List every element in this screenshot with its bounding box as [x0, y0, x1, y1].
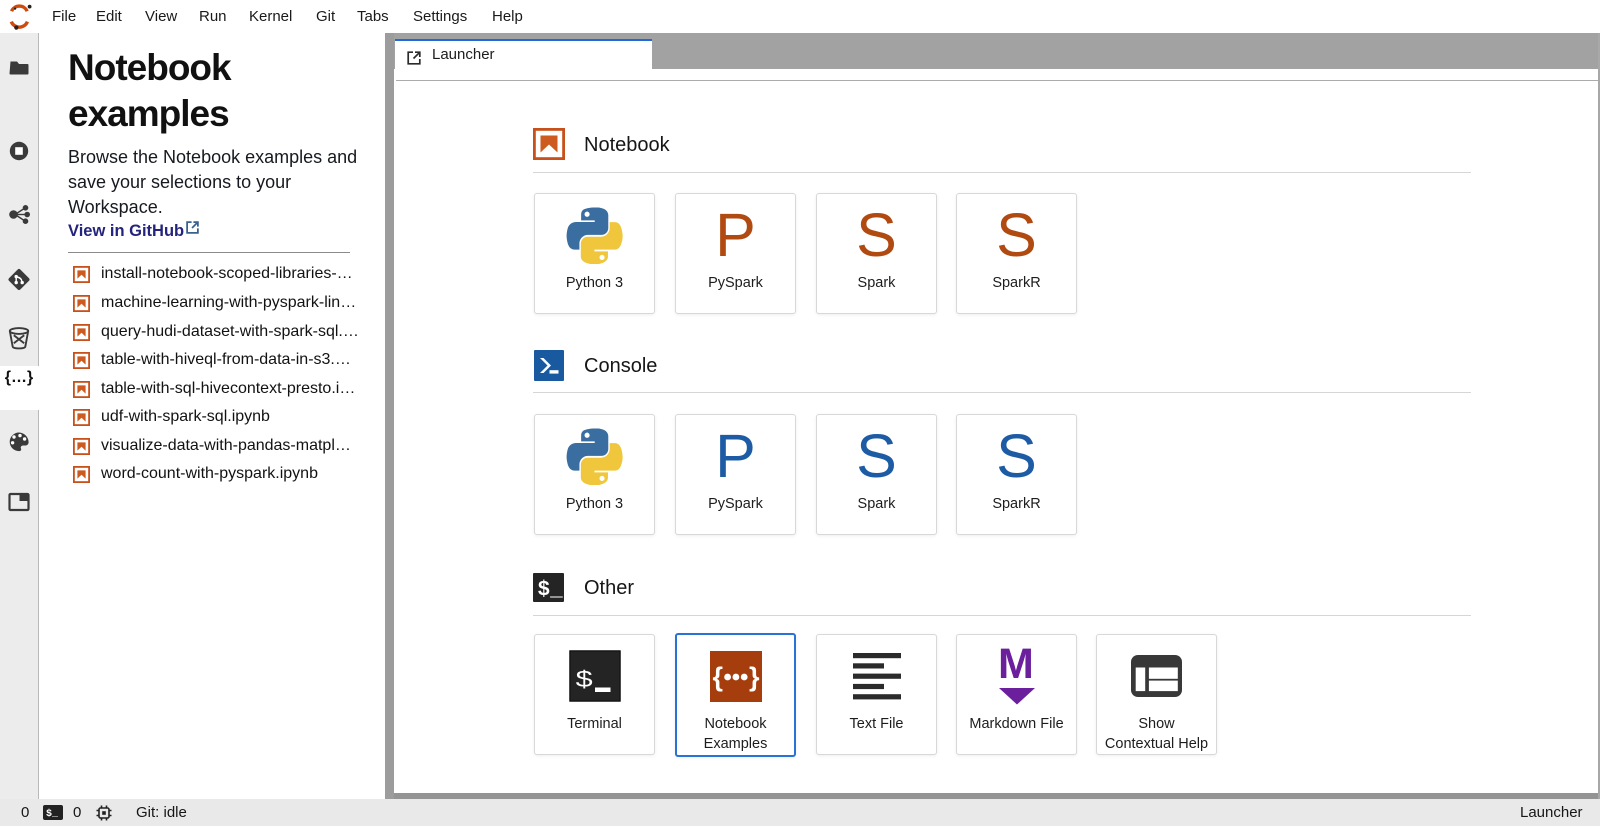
svg-text:}: }: [749, 662, 760, 692]
svg-text:{: {: [712, 662, 723, 692]
svg-text:M: M: [998, 645, 1034, 688]
svg-text:$_: $_: [538, 579, 564, 602]
svg-text:$: $: [575, 667, 592, 692]
svg-text:$_: $_: [46, 808, 59, 820]
